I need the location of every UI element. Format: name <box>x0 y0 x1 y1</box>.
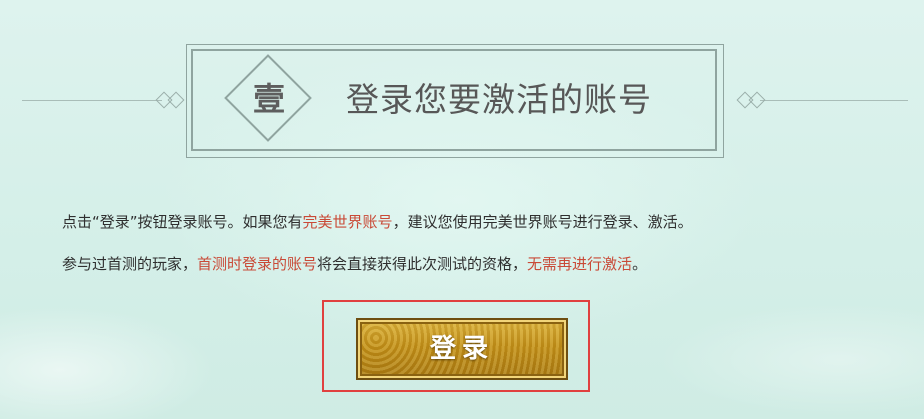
instruction-text: 参与过首测的玩家， <box>62 255 198 273</box>
highlight-text: 完美世界账号 <box>302 213 393 231</box>
highlight-text: 无需再进行激活 <box>527 255 633 273</box>
step-number: 壹 <box>252 80 285 118</box>
instruction-line-1: 点击“登录”按钮登录账号。如果您有完美世界账号，建议您使用完美世界账号进行登录、… <box>62 212 693 232</box>
instruction-line-2: 参与过首测的玩家，首测时登录的账号将会直接获得此次测试的资格，无需再进行激活。 <box>62 254 647 274</box>
instruction-text: 点击“登录”按钮登录账号。如果您有 <box>62 213 303 231</box>
section-title: 登录您要激活的账号 <box>346 80 652 119</box>
left-divider-line <box>22 100 162 101</box>
login-button-label: 登录 <box>429 334 494 364</box>
login-button[interactable]: 登录 <box>356 318 568 380</box>
right-divider-line <box>760 100 908 101</box>
highlight-text: 首测时登录的账号 <box>197 255 318 273</box>
instruction-text: 。 <box>632 255 648 273</box>
instruction-text: 将会直接获得此次测试的资格， <box>317 255 528 273</box>
instruction-text: ，建议您使用完美世界账号进行登录、激活。 <box>392 213 693 231</box>
